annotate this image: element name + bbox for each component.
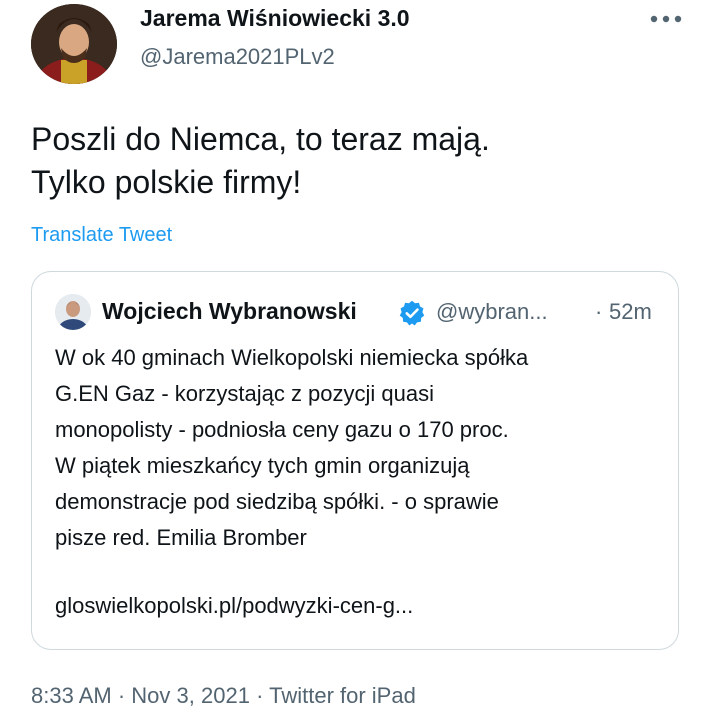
author-name[interactable]: Jarema Wiśniowiecki 3.0 (140, 5, 410, 32)
quoted-timestamp[interactable]: 52m (609, 299, 652, 325)
quoted-avatar-image (55, 294, 91, 330)
author-avatar[interactable] (31, 4, 117, 84)
meta-separator: · (256, 683, 264, 708)
author-handle[interactable]: @Jarema2021PLv2 (140, 44, 335, 70)
tweet-date[interactable]: Nov 3, 2021 (131, 683, 250, 708)
tweet-metadata: 8:33 AM · Nov 3, 2021 · Twitter for iPad (31, 683, 416, 709)
quoted-author-name[interactable]: Wojciech Wybranowski (102, 298, 357, 325)
tweet-source[interactable]: Twitter for iPad (269, 683, 416, 708)
more-horizontal-icon[interactable] (645, 8, 687, 30)
translate-tweet-link[interactable]: Translate Tweet (31, 224, 172, 247)
quoted-tweet-text: W ok 40 gminach Wielkopolski niemiecka s… (55, 345, 529, 550)
tweet-time[interactable]: 8:33 AM (31, 683, 112, 708)
meta-separator: · (117, 683, 126, 708)
quoted-separator: · (595, 299, 603, 324)
quoted-author-avatar[interactable] (55, 294, 91, 330)
quoted-tweet-link[interactable]: gloswielkopolski.pl/podwyzki-cen-g... (55, 593, 413, 619)
avatar-image (31, 4, 117, 84)
tweet-text: Poszli do Niemca, to teraz mają. Tylko p… (31, 121, 490, 200)
verified-badge-icon (399, 300, 425, 326)
quoted-tweet-card[interactable]: Wojciech Wybranowski @wybran... · 52m W … (31, 271, 679, 650)
quoted-author-handle[interactable]: @wybran... (436, 299, 548, 325)
